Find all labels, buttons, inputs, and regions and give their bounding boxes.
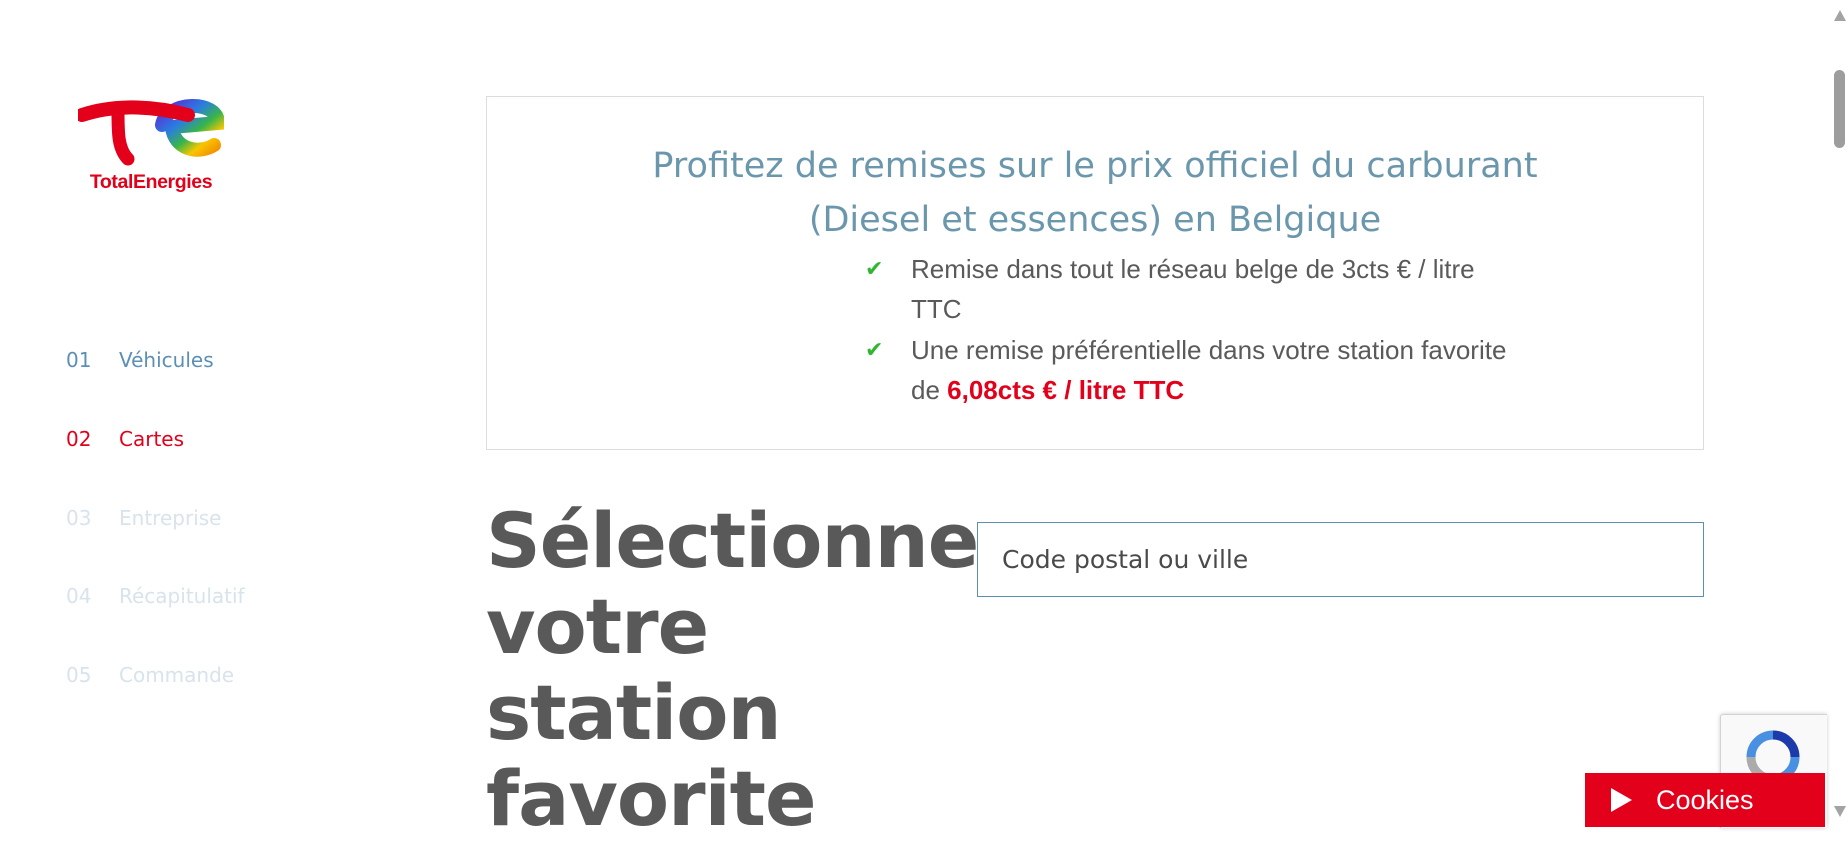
step-number: 04 bbox=[66, 584, 92, 608]
logo-mark-icon bbox=[78, 99, 224, 166]
promo-box: Profitez de remises sur le prix officiel… bbox=[486, 96, 1704, 450]
step-entreprise: 03 Entreprise bbox=[66, 506, 221, 530]
totalenergies-logo[interactable]: TotalEnergies bbox=[78, 93, 224, 197]
step-number: 05 bbox=[66, 663, 92, 687]
step-number: 01 bbox=[66, 348, 92, 372]
step-commande: 05 Commande bbox=[66, 663, 234, 687]
scroll-down-arrow-icon[interactable] bbox=[1834, 806, 1846, 817]
discount-highlight: 6,08cts € / litre TTC bbox=[947, 375, 1185, 405]
cookies-label: Cookies bbox=[1656, 784, 1754, 815]
play-icon bbox=[1611, 788, 1632, 812]
checkmark-icon: ✔ bbox=[865, 256, 884, 281]
station-search-input[interactable] bbox=[977, 522, 1704, 597]
step-label: Cartes bbox=[119, 427, 185, 451]
page-scrollbar[interactable] bbox=[1830, 0, 1848, 827]
promo-title-line1: Profitez de remises sur le prix officiel… bbox=[652, 146, 1538, 186]
step-label: Entreprise bbox=[119, 506, 222, 530]
promo-title-line2: (Diesel et essences) en Belgique bbox=[808, 200, 1382, 240]
step-vehicules[interactable]: 01 Véhicules bbox=[66, 348, 214, 372]
scroll-thumb[interactable] bbox=[1834, 70, 1845, 148]
checkmark-icon: ✔ bbox=[865, 337, 884, 362]
step-label: Récapitulatif bbox=[119, 584, 245, 608]
step-recapitulatif: 04 Récapitulatif bbox=[66, 584, 245, 608]
benefit-text: Remise dans tout le réseau belge de 3cts… bbox=[911, 254, 1475, 324]
scroll-up-arrow-icon[interactable] bbox=[1834, 10, 1846, 21]
benefit-text: Une remise préférentielle dans votre sta… bbox=[911, 330, 1531, 410]
step-label: Commande bbox=[119, 663, 235, 687]
step-number: 02 bbox=[66, 427, 92, 451]
cookies-button[interactable]: Cookies bbox=[1585, 773, 1825, 827]
step-number: 03 bbox=[66, 506, 92, 530]
step-label: Véhicules bbox=[119, 348, 214, 372]
page-title: Sélectionnez votre station favorite bbox=[486, 496, 1023, 843]
logo-text: TotalEnergies bbox=[89, 171, 213, 193]
promo-title: Profitez de remises sur le prix officiel… bbox=[487, 139, 1703, 247]
step-cartes[interactable]: 02 Cartes bbox=[66, 427, 184, 451]
